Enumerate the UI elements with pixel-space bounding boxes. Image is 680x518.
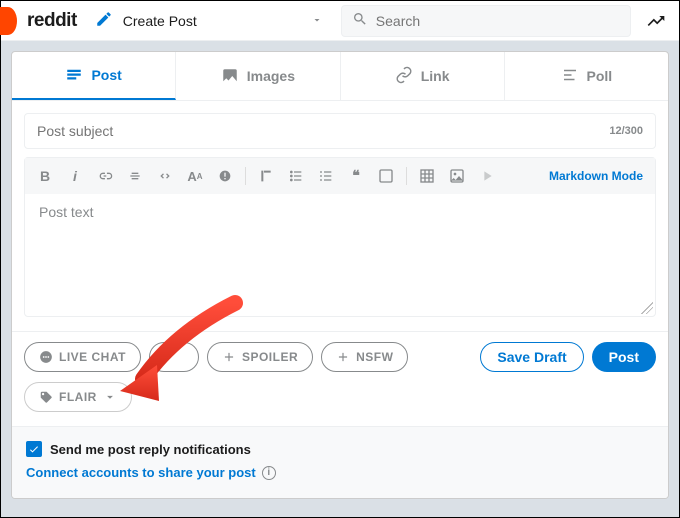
tab-post[interactable]: Post [12, 52, 176, 100]
trending-button[interactable] [641, 6, 671, 36]
search-icon [352, 11, 368, 30]
notify-checkbox[interactable] [26, 441, 42, 457]
pencil-icon [95, 10, 113, 31]
post-form: 12/300 B i AA ❝ Markdown [12, 101, 668, 329]
editor-toolbar: B i AA ❝ Markdown Mode [25, 158, 655, 194]
community-picker[interactable]: Create Post [87, 6, 331, 36]
notify-label: Send me post reply notifications [50, 442, 251, 457]
connect-label: Connect accounts to share your post [26, 465, 256, 480]
table-button[interactable] [413, 162, 441, 190]
poll-icon [561, 66, 579, 87]
link-icon [395, 66, 413, 87]
pill-label: NSFW [356, 350, 393, 364]
italic-button[interactable]: i [61, 162, 89, 190]
subject-field[interactable]: 12/300 [24, 113, 656, 149]
subject-input[interactable] [37, 123, 609, 139]
number-list-button[interactable] [312, 162, 340, 190]
post-footer: Send me post reply notifications Connect… [12, 426, 668, 498]
community-picker-label: Create Post [123, 13, 197, 29]
code-button[interactable] [151, 162, 179, 190]
post-type-tabs: Post Images Link Poll [12, 52, 668, 101]
search-box[interactable] [341, 5, 631, 37]
button-label: Post [609, 349, 639, 365]
post-button[interactable]: Post [592, 342, 656, 372]
save-draft-button[interactable]: Save Draft [480, 342, 583, 372]
toolbar-separator [406, 167, 407, 185]
image-button[interactable] [443, 162, 471, 190]
reddit-orb-icon [0, 7, 17, 35]
app-header: reddit Create Post [1, 1, 679, 41]
connect-accounts-link[interactable]: Connect accounts to share your post i [26, 465, 654, 480]
tab-images[interactable]: Images [176, 52, 340, 100]
pill-label: LIVE CHAT [59, 350, 126, 364]
link-button[interactable] [91, 162, 119, 190]
reddit-wordmark: reddit [27, 10, 77, 32]
create-post-card: Post Images Link Poll 12/300 B i [11, 51, 669, 499]
caret-down-icon [103, 390, 117, 404]
bold-button[interactable]: B [31, 162, 59, 190]
post-options-row: LIVE CHAT . SPOILER NSFW Save Draft Post [12, 331, 668, 426]
button-label: Save Draft [497, 349, 566, 365]
spoiler-inline-button[interactable] [211, 162, 239, 190]
heading-button[interactable] [252, 162, 280, 190]
search-input[interactable] [376, 13, 620, 29]
markdown-mode-toggle[interactable]: Markdown Mode [549, 169, 649, 183]
flair-pill[interactable]: FLAIR [24, 382, 132, 412]
live-chat-pill[interactable]: LIVE CHAT [24, 342, 141, 372]
tab-label: Post [91, 67, 121, 83]
tab-label: Images [247, 68, 295, 84]
notify-checkbox-row[interactable]: Send me post reply notifications [26, 441, 654, 457]
codeblock-button[interactable] [372, 162, 400, 190]
tab-link[interactable]: Link [341, 52, 505, 100]
spoiler-pill[interactable]: SPOILER [207, 342, 313, 372]
post-body-textarea[interactable] [25, 194, 655, 316]
toolbar-separator [245, 167, 246, 185]
info-icon: i [262, 466, 276, 480]
video-button[interactable] [473, 162, 501, 190]
rich-editor: B i AA ❝ Markdown Mode [24, 157, 656, 317]
superscript-button[interactable]: AA [181, 162, 209, 190]
tab-poll[interactable]: Poll [505, 52, 668, 100]
pill-label: SPOILER [242, 350, 298, 364]
tab-label: Link [421, 68, 450, 84]
bullet-list-button[interactable] [282, 162, 310, 190]
chevron-down-icon [311, 13, 323, 29]
strike-button[interactable] [121, 162, 149, 190]
quote-button[interactable]: ❝ [342, 162, 370, 190]
resize-handle[interactable] [641, 302, 653, 314]
nsfw-pill[interactable]: NSFW [321, 342, 408, 372]
tab-label: Poll [587, 68, 613, 84]
subject-counter: 12/300 [609, 125, 643, 137]
pill-label: FLAIR [59, 390, 97, 404]
hidden-pill[interactable]: . [149, 342, 199, 372]
